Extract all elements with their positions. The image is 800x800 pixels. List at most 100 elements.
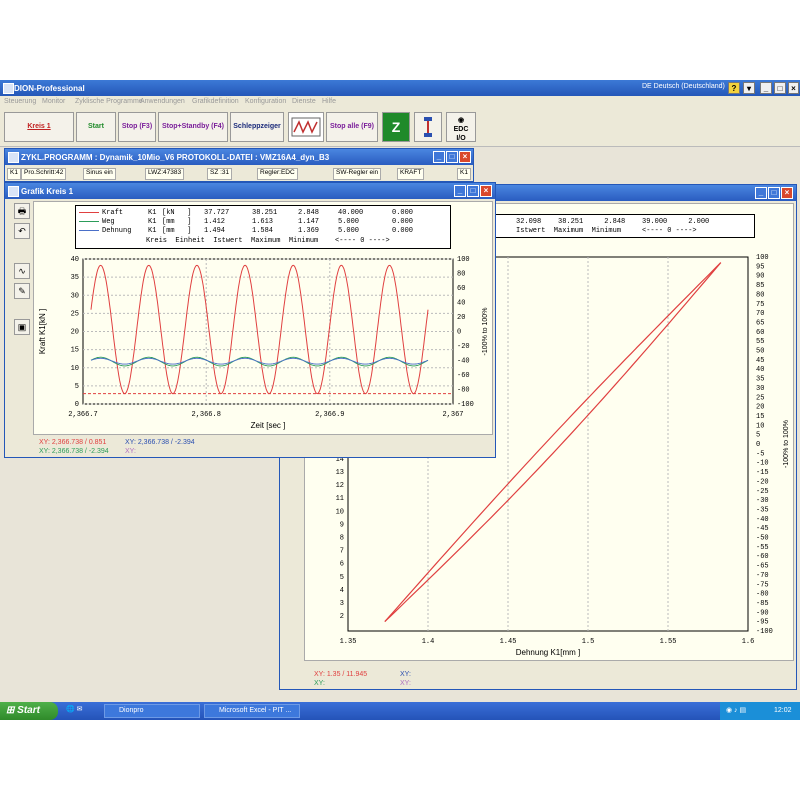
quicklaunch-icons[interactable]: 🌐 ✉	[66, 704, 98, 718]
menu-item-monitor[interactable]: Monitor	[42, 98, 65, 105]
maximize-button[interactable]: □	[774, 82, 786, 94]
start-label: Start	[17, 705, 40, 716]
system-tray: ◉ ♪ ▤ 12:02	[720, 702, 800, 720]
kreis-button[interactable]: Kreis 1	[4, 112, 74, 142]
y2-axis-label: -100% to 100%	[783, 420, 790, 468]
close-button[interactable]: ×	[459, 151, 471, 163]
y2-tick-label: 80	[457, 271, 465, 279]
menu-bar: Steuerung Monitor Zyklische Programme Anwen…	[0, 96, 800, 108]
y2-tick-label: 95	[756, 263, 764, 271]
x-tick-label: 2,367	[442, 411, 463, 419]
x-tick-label: 2,366.7	[68, 411, 97, 419]
x-tick-label: 2,366.8	[192, 411, 221, 419]
stop-button[interactable]: Stop (F3)	[118, 112, 156, 142]
y-tick-label: 4	[340, 587, 344, 595]
y2-tick-label: 60	[756, 329, 764, 337]
y-tick-label: 12	[336, 482, 344, 490]
y2-tick-label: -65	[756, 563, 769, 571]
y-tick-label: 3	[340, 600, 344, 608]
y2-tick-label: -60	[457, 372, 470, 380]
status-xy-2: XY:	[400, 671, 411, 678]
y2-tick-label: -100	[756, 628, 773, 636]
y2-tick-label: 55	[756, 338, 764, 346]
clamp-icon[interactable]	[414, 112, 442, 142]
y2-tick-label: -45	[756, 525, 769, 533]
io-label: I/O	[456, 135, 466, 142]
y-tick-label: 11	[336, 495, 344, 503]
edc-label: EDC	[453, 126, 469, 133]
menu-item-grafikdefinition[interactable]: Grafikdefinition	[192, 98, 239, 105]
y2-tick-label: -100	[457, 401, 474, 409]
y2-tick-label: -85	[756, 600, 769, 608]
zykl-window-title-bar: ZYKL.PROGRAMM : Dynamik_10Mio_V6 PROTOKO…	[5, 149, 473, 165]
y-tick-label: 2	[340, 613, 344, 621]
menu-item-zyklische-programme[interactable]: Zyklische Programme	[75, 98, 143, 105]
stop-standby-button[interactable]: Stop+Standby (F4)	[158, 112, 228, 142]
y2-tick-label: 40	[457, 300, 465, 308]
stop-alle-button[interactable]: Stop alle (F9)	[326, 112, 378, 142]
dropdown-icon[interactable]: ▾	[743, 82, 755, 94]
zykl-field: LWZ:47383	[145, 168, 185, 180]
minimize-button[interactable]: _	[760, 82, 772, 94]
start-button[interactable]: ⊞ Start	[0, 702, 58, 720]
y2-tick-label: 15	[756, 413, 764, 421]
app-title: DION-Professional	[14, 84, 85, 93]
start-button[interactable]: Start	[76, 112, 116, 142]
y2-tick-label: 5	[756, 432, 760, 440]
x-axis-label: Zeit [sec ]	[251, 421, 286, 430]
y2-tick-label: -95	[756, 619, 769, 627]
y2-tick-label: -35	[756, 506, 769, 514]
zykl-field: Regler:EDC	[257, 168, 298, 180]
window-icon	[8, 152, 19, 163]
y2-tick-label: 60	[457, 285, 465, 293]
taskbar-item-excel[interactable]: Microsoft Excel - PIT ...	[204, 704, 300, 718]
y2-tick-label: -75	[756, 581, 769, 589]
language-indicator[interactable]: DE Deutsch (Deutschland)	[642, 83, 725, 90]
schleppzeiger-button[interactable]: Schleppzeiger	[230, 112, 284, 142]
graph-icon	[291, 117, 321, 137]
close-button[interactable]: ×	[788, 82, 799, 94]
x-axis-label: Dehnung K1[mm ]	[516, 648, 580, 657]
menu-item-anwendungen[interactable]: Anwendungen	[140, 98, 185, 105]
y2-tick-label: 25	[756, 394, 764, 402]
minimize-button[interactable]: _	[433, 151, 445, 163]
edc-icon: ◉	[457, 117, 465, 124]
menu-item-dienste[interactable]: Dienste	[292, 98, 316, 105]
zykl-field: Pro.Schritt:42	[21, 168, 67, 180]
grafik-kreis-1-window: Grafik Kreis 1 _ □ × 🖶 ↶ ∿ ✎ ▣ Kraft K1 [k…	[4, 182, 496, 458]
y2-tick-label: -80	[756, 591, 769, 599]
oscilloscope-icon[interactable]	[288, 112, 324, 142]
menu-item-konfiguration[interactable]: Konfiguration	[245, 98, 286, 105]
maximize-button[interactable]: □	[446, 151, 458, 163]
y2-tick-label: -40	[457, 358, 470, 366]
y-tick-label: 25	[71, 310, 79, 318]
zykl-field: SZ :31	[207, 168, 233, 180]
y2-tick-label: 85	[756, 282, 764, 290]
zero-button[interactable]: Z	[382, 112, 410, 142]
taskbar-item-dionpro[interactable]: Dionpro	[104, 704, 200, 718]
menu-item-steuerung[interactable]: Steuerung	[4, 98, 36, 105]
y2-tick-label: 0	[756, 441, 760, 449]
zykl-field: K1	[7, 168, 21, 180]
y2-tick-label: 100	[457, 256, 470, 264]
tray-icons[interactable]: ◉ ♪ ▤	[726, 706, 746, 714]
y-tick-label: 6	[340, 561, 344, 569]
x-tick-label: 1.35	[340, 638, 357, 646]
zykl-field: K1	[457, 168, 471, 180]
edc-io-button[interactable]: ◉ EDC I/O	[446, 112, 476, 142]
menu-item-hilfe[interactable]: Hilfe	[322, 98, 336, 105]
help-icon[interactable]: ?	[728, 82, 740, 94]
status-xy-3: XY: 2,366.738 / -2.394	[39, 448, 109, 455]
status-xy-2: XY: 2,366.738 / -2.394	[125, 439, 195, 446]
y2-tick-label: 40	[756, 366, 764, 374]
windows-logo-icon: ⊞	[6, 705, 15, 716]
y-tick-label: 0	[75, 401, 79, 409]
y2-tick-label: -30	[756, 497, 769, 505]
y-tick-label: 40	[71, 256, 79, 264]
y2-tick-label: 90	[756, 273, 764, 281]
y2-tick-label: 50	[756, 348, 764, 356]
y2-tick-label: -60	[756, 553, 769, 561]
y-axis-label: Kraft K1[kN ]	[38, 309, 47, 354]
y-tick-label: 8	[340, 535, 344, 543]
y2-tick-label: -15	[756, 469, 769, 477]
